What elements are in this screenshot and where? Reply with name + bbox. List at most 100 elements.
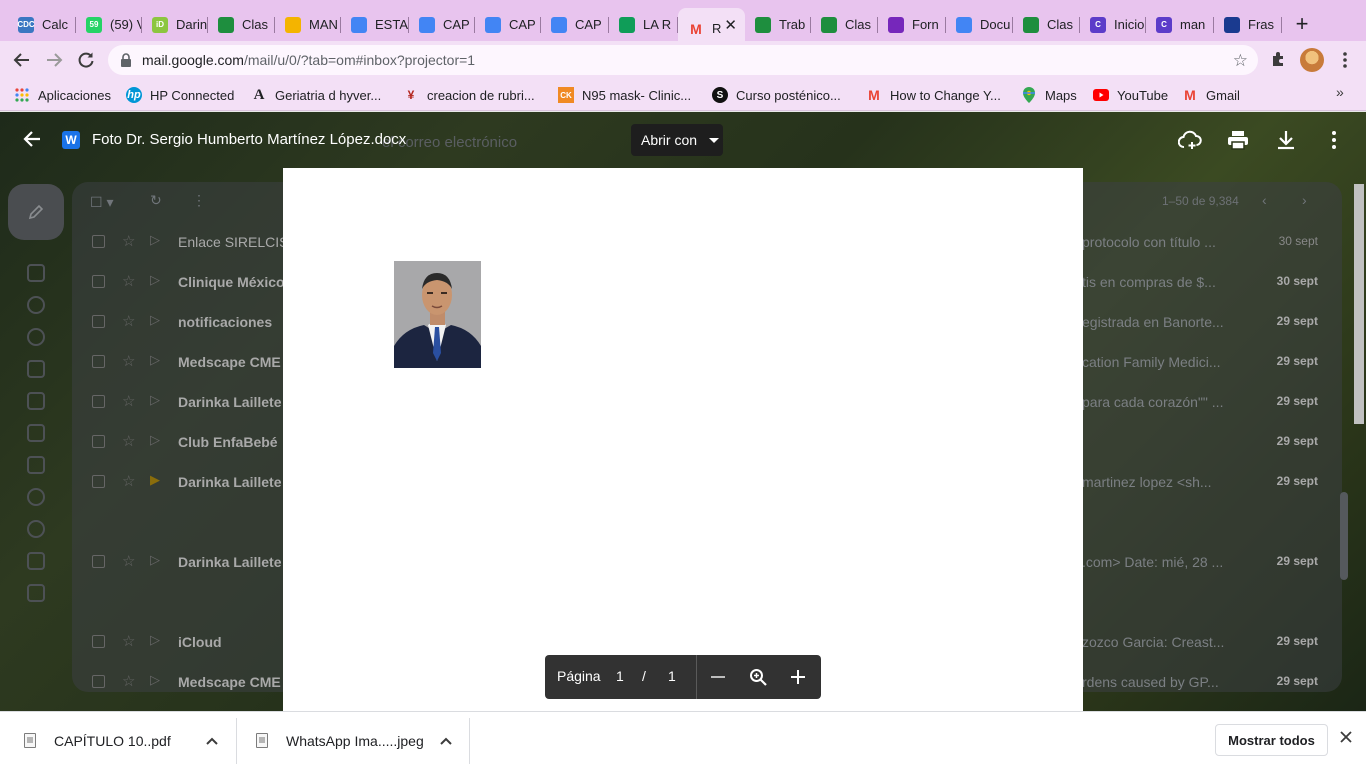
importance-icon[interactable]: ▷ xyxy=(150,552,160,568)
tab-5[interactable]: MAN xyxy=(275,8,341,41)
more-options-icon[interactable]: ⋮ xyxy=(192,192,206,209)
importance-icon[interactable]: ▷ xyxy=(150,312,160,328)
open-with-button[interactable]: Abrir con xyxy=(631,124,723,156)
tab-13[interactable]: Clas xyxy=(811,8,878,41)
row-checkbox[interactable] xyxy=(92,635,105,648)
star-icon[interactable]: ☆ xyxy=(122,232,135,250)
tab-12[interactable]: Trab xyxy=(745,8,811,41)
tab-9[interactable]: CAP xyxy=(541,8,609,41)
importance-icon[interactable]: ▷ xyxy=(150,632,160,648)
tab-17[interactable]: C Inicio xyxy=(1080,8,1146,41)
zoom-in-icon[interactable] xyxy=(787,666,809,688)
importance-icon[interactable]: ▷ xyxy=(150,232,160,248)
back-icon[interactable] xyxy=(11,49,33,71)
star-icon[interactable]: ☆ xyxy=(122,392,135,410)
importance-icon[interactable]: ▷ xyxy=(150,392,160,408)
bookmark-n95[interactable]: CK N95 mask- Clinic... xyxy=(558,86,691,104)
profile-avatar[interactable] xyxy=(1300,48,1324,72)
bookmark-hp-connected[interactable]: hp HP Connected xyxy=(126,86,234,104)
row-checkbox[interactable] xyxy=(92,395,105,408)
star-icon[interactable]: ☆ xyxy=(122,672,135,690)
tab-3[interactable]: iD Darin xyxy=(142,8,208,41)
tab-6[interactable]: ESTA xyxy=(341,8,409,41)
chevron-up-icon[interactable] xyxy=(206,734,218,748)
importance-icon[interactable]: ▷ xyxy=(150,432,160,448)
viewer-scrollbar[interactable] xyxy=(1354,184,1364,424)
show-all-downloads-button[interactable]: Mostrar todos xyxy=(1215,724,1328,756)
tab-8[interactable]: CAP xyxy=(475,8,541,41)
print-icon[interactable] xyxy=(1226,128,1250,152)
importance-icon[interactable]: ▷ xyxy=(150,272,160,288)
row-checkbox[interactable] xyxy=(92,275,105,288)
star-icon[interactable]: ☆ xyxy=(122,432,135,450)
download-item-jpeg[interactable]: WhatsApp Ima.....jpeg xyxy=(256,712,452,768)
star-icon[interactable]: ☆ xyxy=(122,312,135,330)
bookmark-curso[interactable]: S Curso posténico... xyxy=(712,86,841,104)
select-all-checkbox[interactable]: ☐ ▾ xyxy=(90,194,113,211)
chevron-up-icon[interactable] xyxy=(440,734,452,748)
star-icon[interactable]: ☆ xyxy=(122,472,135,490)
tab-15[interactable]: Docu xyxy=(946,8,1013,41)
tab-14[interactable]: Forn xyxy=(878,8,946,41)
inbox-icon[interactable] xyxy=(27,264,45,282)
tab-16[interactable]: Clas xyxy=(1013,8,1080,41)
bookmarks-overflow-icon[interactable]: » xyxy=(1336,84,1344,100)
star-icon[interactable]: ☆ xyxy=(122,552,135,570)
browser-menu-icon[interactable] xyxy=(1334,49,1356,71)
bookmark-geriatria[interactable]: A Geriatria d hyver... xyxy=(251,86,382,104)
importance-icon[interactable]: ▷ xyxy=(150,352,160,368)
bookmark-rubric[interactable]: ¥ creacion de rubri... xyxy=(403,86,535,104)
chat-icon[interactable] xyxy=(27,552,45,570)
bookmark-star-icon[interactable]: ☆ xyxy=(1233,51,1248,71)
star-icon[interactable]: ☆ xyxy=(122,352,135,370)
new-tab-button[interactable]: + xyxy=(1290,13,1314,37)
label-icon[interactable] xyxy=(27,456,45,474)
tab-1[interactable]: CDC Calc xyxy=(8,8,76,41)
add-to-drive-icon[interactable] xyxy=(1178,128,1202,152)
row-checkbox[interactable] xyxy=(92,475,105,488)
more-actions-icon[interactable] xyxy=(1322,128,1346,152)
row-checkbox[interactable] xyxy=(92,235,105,248)
snoozed-icon[interactable] xyxy=(27,328,45,346)
sent-icon[interactable] xyxy=(27,392,45,410)
reload-icon[interactable] xyxy=(75,49,97,71)
zoom-out-icon[interactable] xyxy=(707,666,729,688)
info-icon[interactable] xyxy=(27,520,45,538)
zoom-reset-icon[interactable] xyxy=(747,666,769,688)
close-viewer-back-icon[interactable] xyxy=(22,129,42,152)
compose-button[interactable] xyxy=(8,184,64,240)
bookmark-youtube[interactable]: YouTube xyxy=(1093,86,1168,104)
row-checkbox[interactable] xyxy=(92,355,105,368)
row-checkbox[interactable] xyxy=(92,435,105,448)
row-checkbox[interactable] xyxy=(92,675,105,688)
close-tab-icon[interactable]: ✕ xyxy=(724,16,737,34)
forward-icon[interactable] xyxy=(43,49,65,71)
lock-icon[interactable] xyxy=(120,53,132,70)
row-checkbox[interactable] xyxy=(92,555,105,568)
bookmark-gmail[interactable]: M Gmail xyxy=(1182,86,1240,104)
importance-icon[interactable]: ▶ xyxy=(150,472,160,488)
contacts-icon[interactable] xyxy=(27,488,45,506)
close-downloads-icon[interactable] xyxy=(1340,730,1352,748)
tab-7[interactable]: CAP xyxy=(409,8,475,41)
download-item-pdf[interactable]: CAPÍTULO 10..pdf xyxy=(24,712,218,768)
address-bar[interactable]: mail.google.com/mail/u/0/?tab=om#inbox?p… xyxy=(108,45,1258,75)
row-checkbox[interactable] xyxy=(92,315,105,328)
star-icon[interactable]: ☆ xyxy=(122,272,135,290)
gmail-scrollbar[interactable] xyxy=(1340,492,1348,580)
bookmark-how-to-change[interactable]: M How to Change Y... xyxy=(866,86,1001,104)
tab-19[interactable]: Fras xyxy=(1214,8,1282,41)
extensions-icon[interactable] xyxy=(1268,49,1290,71)
important-icon[interactable] xyxy=(27,360,45,378)
tab-18[interactable]: Cman xyxy=(1146,8,1214,41)
tab-4[interactable]: Clas xyxy=(208,8,275,41)
download-icon[interactable] xyxy=(1274,128,1298,152)
tab-2[interactable]: 59 (59) V xyxy=(76,8,142,41)
tab-10[interactable]: LA R xyxy=(609,8,678,41)
tag-icon[interactable] xyxy=(27,584,45,602)
drafts-icon[interactable] xyxy=(27,424,45,442)
bookmark-maps[interactable]: Maps xyxy=(1021,86,1077,104)
star-icon[interactable]: ☆ xyxy=(122,632,135,650)
newer-icon[interactable]: › xyxy=(1302,192,1307,208)
importance-icon[interactable]: ▷ xyxy=(150,672,160,688)
